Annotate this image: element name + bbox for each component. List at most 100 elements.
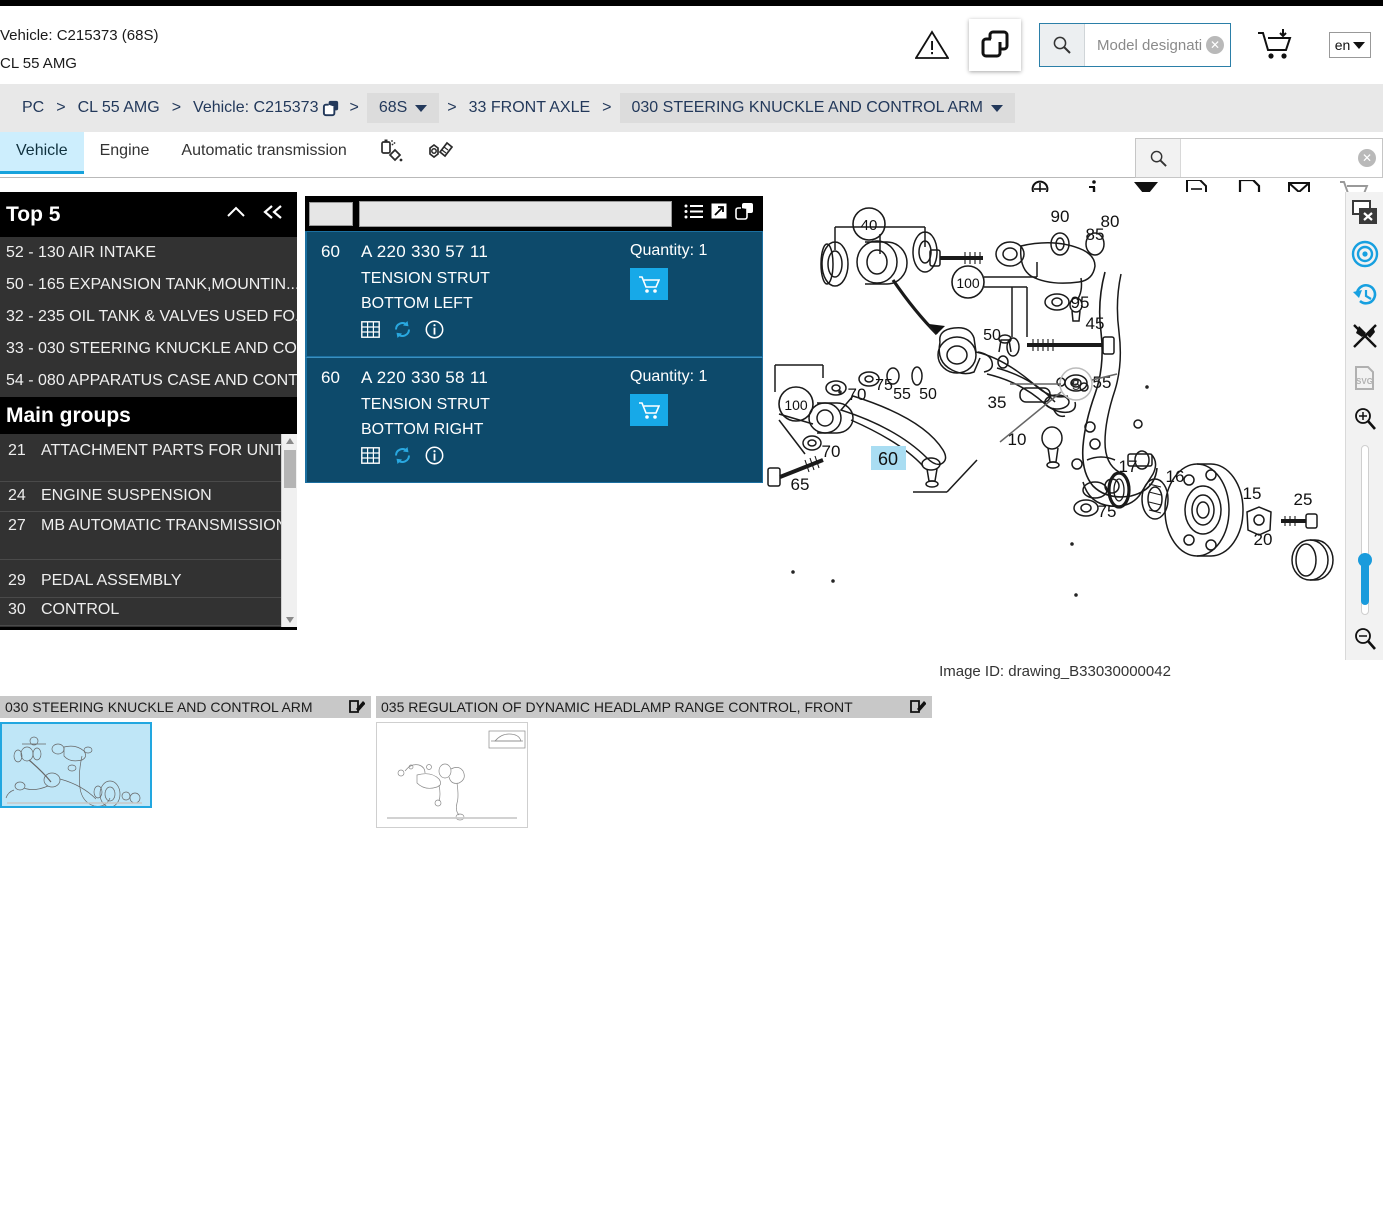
table-grid-icon[interactable] <box>361 447 380 469</box>
main-groups-scrollbar[interactable] <box>281 434 297 627</box>
part-row-icons <box>361 320 630 344</box>
main-group-number: 27 <box>8 517 26 534</box>
breadcrumb-item-68s[interactable]: 68S <box>366 93 440 123</box>
svg-text:80: 80 <box>1101 212 1120 231</box>
top5-title: Top 5 <box>6 202 61 226</box>
search-icon[interactable] <box>1040 24 1085 66</box>
scrollbar-thumb[interactable] <box>284 450 296 488</box>
part-number: A 220 330 58 11 <box>361 368 489 387</box>
chevron-down-icon <box>415 104 428 112</box>
expand-fullscreen-icon[interactable] <box>710 202 728 225</box>
part-row[interactable]: 60 A 220 330 57 11 TENSION STRUT BOTTOM … <box>305 231 763 357</box>
target-center-icon[interactable] <box>1346 233 1383 274</box>
zoom-in-icon[interactable] <box>1346 398 1383 439</box>
copy-documents-icon[interactable] <box>969 19 1021 71</box>
history-reset-icon[interactable] <box>1346 274 1383 315</box>
search-icon[interactable] <box>1136 139 1181 177</box>
svg-text:75: 75 <box>875 377 893 394</box>
refresh-supersession-icon[interactable] <box>393 446 412 470</box>
double-chevron-left-icon[interactable] <box>261 203 285 226</box>
thumbnail-item[interactable]: 035 REGULATION OF DYNAMIC HEADLAMP RANGE… <box>376 696 932 828</box>
info-circle-icon[interactable] <box>425 446 444 470</box>
breadcrumb-item-vehicle[interactable]: Vehicle: C215373 <box>189 99 322 117</box>
zoom-slider[interactable] <box>1357 445 1372 616</box>
edit-pencil-icon[interactable] <box>910 698 927 717</box>
parts-filter-number-input[interactable] <box>309 201 353 226</box>
part-description-2: BOTTOM LEFT <box>361 295 473 312</box>
copy-icon[interactable] <box>322 99 341 118</box>
model-designation-search[interactable]: ✕ <box>1039 23 1231 67</box>
thumbnail-title: 030 STEERING KNUCKLE AND CONTROL ARM <box>5 699 313 715</box>
tabs-row: Vehicle Engine Automatic transmission ✕ <box>0 132 1383 180</box>
main-group-item-24[interactable]: 24 ENGINE SUSPENSION <box>0 482 297 512</box>
part-row[interactable]: 60 A 220 330 58 11 TENSION STRUT BOTTOM … <box>305 357 763 483</box>
tab-vehicle[interactable]: Vehicle <box>0 132 84 174</box>
close-window-icon[interactable] <box>1346 192 1383 233</box>
clear-x-icon[interactable]: ✕ <box>1358 149 1376 167</box>
top5-item[interactable]: 54 - 080 APPARATUS CASE AND CONT... <box>0 365 297 397</box>
paint-spray-icon[interactable] <box>377 138 405 171</box>
top5-item[interactable]: 32 - 235 OIL TANK & VALVES USED FO... <box>0 301 297 333</box>
language-selector[interactable]: en <box>1329 32 1371 58</box>
add-to-cart-button[interactable] <box>630 394 668 426</box>
scroll-down-arrow-icon[interactable] <box>282 613 297 627</box>
main-group-item-27[interactable]: 27 MB AUTOMATIC TRANSMISSION <box>0 512 297 560</box>
svg-export-icon[interactable]: SVG <box>1346 357 1383 398</box>
chevron-down-icon <box>991 104 1003 112</box>
svg-text:100: 100 <box>784 397 808 413</box>
main-groups-title: Main groups <box>6 403 131 427</box>
zoom-slider-knob[interactable] <box>1357 552 1372 567</box>
thumbnail-preview[interactable] <box>376 722 528 828</box>
main-group-item-21[interactable]: 21 ATTACHMENT PARTS FOR UNITS <box>0 434 297 482</box>
thumbnail-header[interactable]: 030 STEERING KNUCKLE AND CONTROL ARM <box>0 696 371 718</box>
part-quantity: Quantity: 1 <box>630 368 708 385</box>
scroll-up-arrow-icon[interactable] <box>282 434 297 448</box>
breadcrumb-item-front-axle[interactable]: 33 FRONT AXLE <box>465 99 595 117</box>
refresh-supersession-icon[interactable] <box>393 320 412 344</box>
zoom-out-icon[interactable] <box>1346 619 1383 660</box>
parts-filter-text-input[interactable] <box>359 200 672 227</box>
add-to-cart-button[interactable] <box>630 268 668 300</box>
parts-search[interactable]: ✕ <box>1135 138 1383 178</box>
add-to-cart-icon[interactable] <box>1253 22 1299 68</box>
table-grid-icon[interactable] <box>361 321 380 343</box>
duplicate-window-icon[interactable] <box>735 202 755 226</box>
thumbnail-header[interactable]: 035 REGULATION OF DYNAMIC HEADLAMP RANGE… <box>376 696 932 718</box>
part-description-1: TENSION STRUT <box>361 396 490 413</box>
viewer-toolbar: SVG <box>1345 192 1383 660</box>
main-group-item-29[interactable]: 29 PEDAL ASSEMBLY <box>0 560 297 598</box>
thumbnail-item[interactable]: 030 STEERING KNUCKLE AND CONTROL ARM <box>0 696 371 808</box>
edit-pencil-icon[interactable] <box>349 698 366 717</box>
part-number: A 220 330 57 11 <box>361 242 489 261</box>
main-group-item-30[interactable]: 30 CONTROL <box>0 598 297 626</box>
list-view-icon[interactable] <box>684 203 703 225</box>
breadcrumb-item-model[interactable]: CL 55 AMG <box>74 99 164 117</box>
parts-panel-header <box>305 196 763 231</box>
svg-text:90: 90 <box>1051 207 1070 226</box>
top5-item[interactable]: 50 - 165 EXPANSION TANK,MOUNTIN... <box>0 269 297 301</box>
main-group-label: CONTROL <box>41 601 120 618</box>
info-circle-icon[interactable] <box>425 320 444 344</box>
clear-x-icon[interactable]: ✕ <box>1206 36 1224 54</box>
tab-automatic-transmission[interactable]: Automatic transmission <box>165 132 362 171</box>
top5-item[interactable]: 33 - 030 STEERING KNUCKLE AND CO... <box>0 333 297 365</box>
exploded-view-drawing[interactable]: 40 85 90 80 100 50 45 35 55 75 55 50 100… <box>765 192 1345 660</box>
search-input-wrap[interactable]: ✕ <box>1085 24 1230 66</box>
parts-search-input-wrap[interactable]: ✕ <box>1181 139 1382 177</box>
svg-text:SVG: SVG <box>1356 377 1373 386</box>
warning-triangle-icon[interactable] <box>909 22 955 68</box>
tab-engine[interactable]: Engine <box>84 132 166 171</box>
bolt-nut-icon[interactable] <box>423 138 453 171</box>
part-row-icons <box>361 446 630 470</box>
unpin-icon[interactable] <box>1346 316 1383 357</box>
breadcrumb-item-group[interactable]: 030 STEERING KNUCKLE AND CONTROL ARM <box>619 93 1015 123</box>
svg-text:35: 35 <box>988 393 1007 412</box>
main-group-number: 29 <box>8 572 26 589</box>
chevron-up-icon[interactable] <box>225 204 247 225</box>
parts-search-input[interactable] <box>1181 140 1382 176</box>
breadcrumb-item-pc[interactable]: PC <box>18 99 48 117</box>
top5-item[interactable]: 52 - 130 AIR INTAKE <box>0 237 297 269</box>
thumbnail-preview[interactable] <box>0 722 152 808</box>
parts-diagram[interactable]: 40 85 90 80 100 50 45 35 55 75 55 50 100… <box>765 192 1345 660</box>
svg-text:70: 70 <box>848 385 867 404</box>
